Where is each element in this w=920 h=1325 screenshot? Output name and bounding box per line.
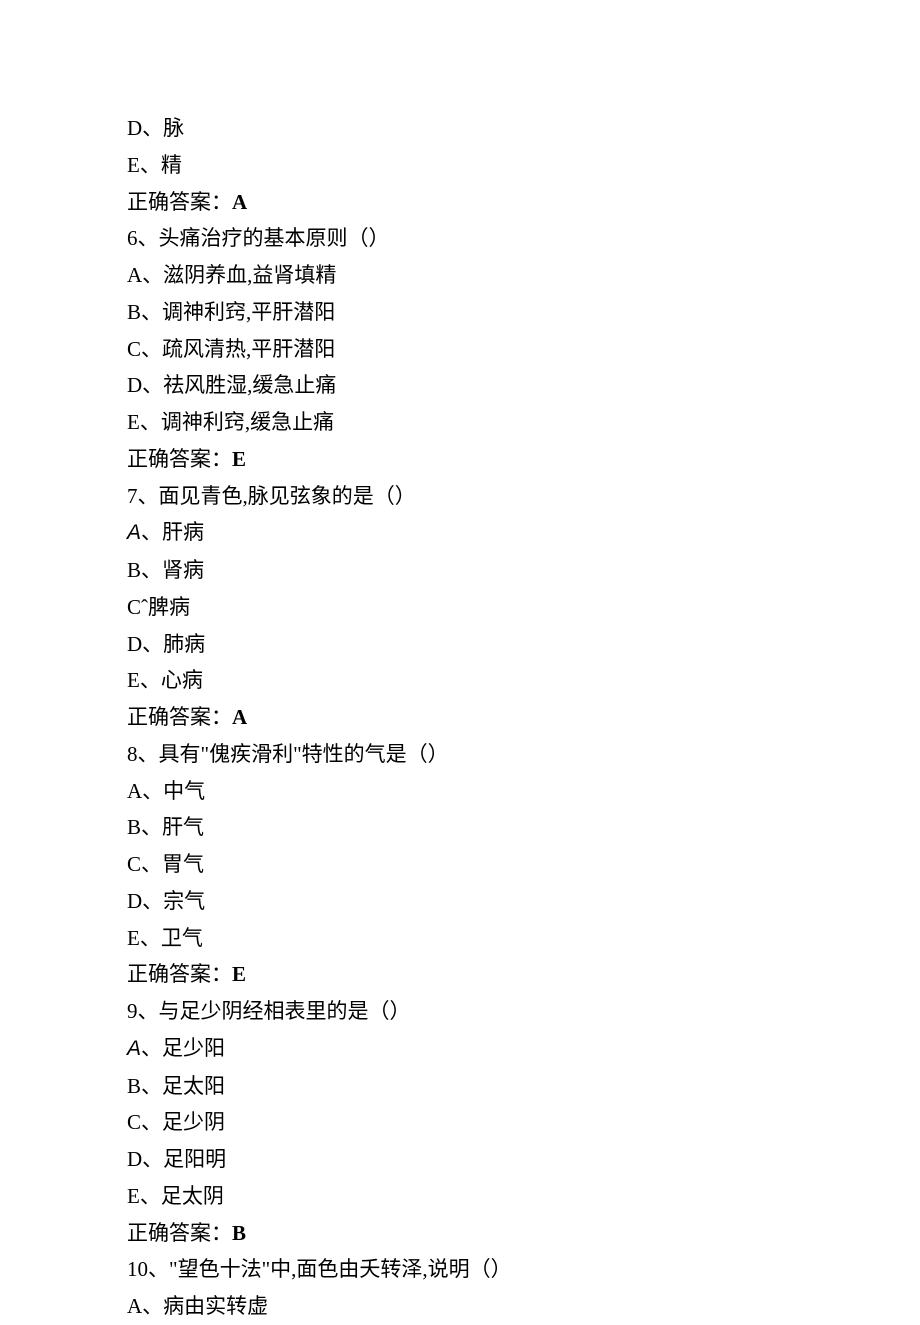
document-line: A、病由实转虚 xyxy=(127,1288,920,1325)
answer-prefix: 正确答案： xyxy=(127,190,232,214)
document-line: D、宗气 xyxy=(127,883,920,920)
document-line: E、心病 xyxy=(127,662,920,699)
document-line: A、肝病 xyxy=(127,514,920,552)
document-line: 正确答案：A xyxy=(127,699,920,736)
document-line: B、肾病 xyxy=(127,552,920,589)
document-line: C、胃气 xyxy=(127,846,920,883)
document-line: Cˆ脾病 xyxy=(127,589,920,626)
answer-letter: B xyxy=(232,1221,246,1245)
document-line: E、调神利窍,缓急止痛 xyxy=(127,404,920,441)
answer-prefix: 正确答案： xyxy=(127,1221,232,1245)
document-line: D、祛风胜湿,缓急止痛 xyxy=(127,367,920,404)
answer-prefix: 正确答案： xyxy=(127,962,232,986)
document-line: 6、头痛治疗的基本原则（） xyxy=(127,220,920,257)
document-line: 正确答案：E xyxy=(127,441,920,478)
document-line: B、肝气 xyxy=(127,809,920,846)
answer-letter: E xyxy=(232,962,246,986)
document-line: A、中气 xyxy=(127,773,920,810)
document-line: E、足太阴 xyxy=(127,1178,920,1215)
document-line: 正确答案：A xyxy=(127,184,920,221)
document-line: E、卫气 xyxy=(127,920,920,957)
answer-prefix: 正确答案： xyxy=(127,447,232,471)
document-line: D、肺病 xyxy=(127,626,920,663)
document-line: 10、"望色十法"中,面色由夭转泽,说明（） xyxy=(127,1251,920,1288)
document-line: A、足少阳 xyxy=(127,1030,920,1068)
answer-letter: A xyxy=(232,705,247,729)
document-line: A、滋阴养血,益肾填精 xyxy=(127,257,920,294)
document-line: 7、面见青色,脉见弦象的是（） xyxy=(127,478,920,515)
answer-letter: A xyxy=(232,190,247,214)
document-line: B、足太阳 xyxy=(127,1068,920,1105)
option-letter: A xyxy=(127,521,141,544)
answer-prefix: 正确答案： xyxy=(127,705,232,729)
document-line: 9、与足少阴经相表里的是（） xyxy=(127,993,920,1030)
document-line: 正确答案：B xyxy=(127,1215,920,1252)
option-letter: A xyxy=(127,1037,141,1060)
document-line: B、调神利窍,平肝潜阳 xyxy=(127,294,920,331)
document-line: E、精 xyxy=(127,147,920,184)
document-line: 8、具有"傀疾滑利"特性的气是（） xyxy=(127,736,920,773)
option-text: 、肝病 xyxy=(141,520,204,544)
document-line: C、足少阴 xyxy=(127,1104,920,1141)
option-text: 、足少阳 xyxy=(141,1036,225,1060)
document-line: 正确答案：E xyxy=(127,956,920,993)
answer-letter: E xyxy=(232,447,246,471)
document-line: D、足阳明 xyxy=(127,1141,920,1178)
document-line: C、疏风清热,平肝潜阳 xyxy=(127,331,920,368)
document-line: D、脉 xyxy=(127,110,920,147)
